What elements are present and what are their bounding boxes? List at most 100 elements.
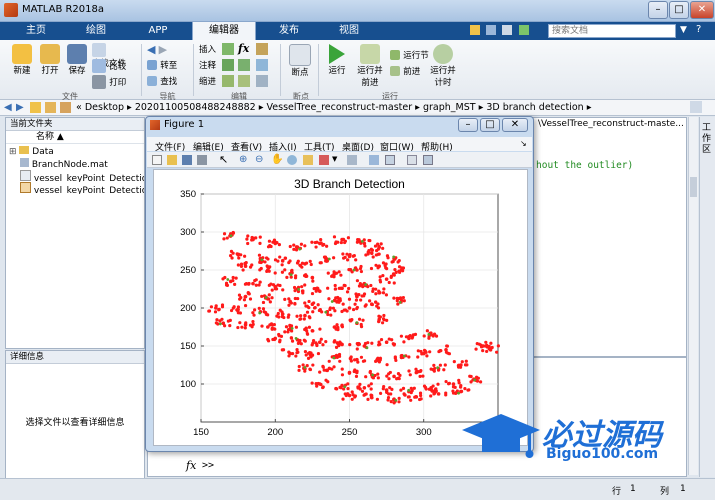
minimize-button[interactable]: – (648, 1, 668, 19)
smart-indent-icon[interactable] (222, 75, 234, 87)
root-folder-icon[interactable] (60, 102, 71, 113)
scatter-point (336, 240, 340, 244)
scatter-point (436, 382, 440, 386)
run-section-button[interactable]: 运行节 (390, 49, 429, 61)
scatter-chart[interactable]: 150 200 250 300 100 150 200 250 300 350 3D Branch … (154, 170, 527, 445)
copy-icon[interactable] (502, 25, 513, 35)
compare-button[interactable]: 比较 (92, 59, 142, 73)
cut-icon[interactable] (486, 25, 497, 35)
scatter-point (324, 339, 328, 344)
uncomment-icon[interactable] (238, 59, 250, 71)
breakpoints-button[interactable]: 断点 (286, 44, 314, 78)
scrollbar-thumb[interactable] (690, 177, 697, 197)
find-button[interactable]: 查找 (147, 75, 187, 87)
workspace-side-tab[interactable]: 工作区 (699, 117, 715, 477)
scatter-point (311, 310, 315, 314)
forward-arrow-icon[interactable]: ▶ (159, 43, 167, 56)
rotate-3d-icon[interactable] (287, 155, 297, 165)
tab-plots[interactable]: 绘图 (70, 22, 122, 40)
figure-minimize-button[interactable]: – (458, 118, 478, 132)
forward-nav-icon[interactable]: ▶ (16, 102, 24, 113)
scatter-point (416, 349, 420, 353)
figure-title: Figure 1 (164, 119, 205, 130)
indent-button[interactable]: 缩进 (199, 75, 216, 87)
insert-function-icon[interactable] (256, 43, 268, 55)
comment-percent-icon[interactable] (222, 59, 234, 71)
menu-dock-icon[interactable]: ↘ (520, 139, 527, 148)
indent-left-icon[interactable] (256, 75, 268, 87)
zoom-in-icon[interactable]: ⊕ (239, 154, 247, 165)
advance-button[interactable]: 前进 (390, 65, 420, 77)
undo-icon[interactable] (518, 25, 529, 35)
list-item[interactable]: vessel_keyPoint_Detection.m (20, 182, 144, 194)
colorbar-icon[interactable] (369, 155, 379, 165)
zoom-out-icon[interactable]: ⊖ (255, 154, 263, 165)
save-icon[interactable] (470, 25, 480, 35)
search-docs-input[interactable] (548, 24, 676, 38)
scatter-point (261, 307, 266, 311)
print-figure-icon[interactable] (197, 155, 207, 165)
list-item[interactable]: ⊞ Data (9, 146, 144, 158)
open-file-icon[interactable] (167, 155, 177, 165)
column-header-name[interactable]: 名称 ▲ (6, 131, 144, 144)
fx-button[interactable]: fx (238, 42, 249, 55)
run-and-time-button[interactable]: 运行并 计时 (428, 44, 458, 88)
up-folder-icon[interactable] (30, 102, 41, 113)
scatter-point (387, 280, 391, 285)
back-nav-icon[interactable]: ◀ (4, 102, 12, 113)
scatter-point (346, 258, 350, 262)
comment-button[interactable]: 注释 (199, 59, 216, 71)
brush-dropdown-icon[interactable]: ▼ (332, 155, 337, 163)
quick-access-toolbar[interactable] (470, 25, 540, 37)
scatter-point (277, 315, 281, 319)
figure-close-button[interactable]: ✕ (502, 118, 528, 132)
address-dropdown-icon[interactable] (690, 101, 702, 113)
show-plot-tools-icon[interactable] (423, 155, 433, 165)
scatter-point (355, 268, 359, 272)
help-icon[interactable]: ? (696, 24, 710, 38)
save-figure-icon[interactable] (182, 155, 192, 165)
insert-section-icon[interactable] (222, 43, 234, 55)
back-arrow-icon[interactable]: ◀ (147, 43, 155, 56)
new-figure-icon[interactable] (152, 155, 162, 165)
scatter-point (379, 242, 383, 246)
run-and-advance-button[interactable]: 运行并 前进 (355, 44, 385, 88)
tab-view[interactable]: 视图 (322, 22, 376, 40)
run-button[interactable]: 运行 (324, 44, 350, 76)
browse-folder-icon[interactable] (45, 102, 56, 113)
figure-window[interactable]: Figure 1 – □ ✕ 文件(F) 编辑(E) 查看(V) 插入(I) 工… (145, 116, 534, 452)
close-button[interactable]: ✕ (690, 1, 714, 19)
tab-apps[interactable]: APP (132, 22, 184, 40)
plot-area[interactable]: 150 200 250 300 100 150 200 250 300 350 3D Branch … (153, 169, 528, 446)
tab-editor[interactable]: 编辑器 (192, 22, 256, 40)
maximize-button[interactable]: □ (669, 1, 689, 19)
tab-home[interactable]: 主页 (12, 22, 60, 40)
pointer-icon[interactable]: ↖ (219, 153, 228, 166)
indent-right-icon[interactable] (238, 75, 250, 87)
tab-publish[interactable]: 发布 (262, 22, 316, 40)
back-forward-buttons[interactable]: ◀ ▶ (147, 43, 187, 56)
brush-icon[interactable] (319, 155, 329, 165)
list-item[interactable]: BranchNode.mat (20, 158, 144, 170)
breadcrumb[interactable]: « Desktop ▸ 20201100508488248882 ▸ Vesse… (76, 102, 591, 113)
fx-icon[interactable]: fx (186, 459, 196, 472)
list-item[interactable]: vessel_keyPoint_Detection.asv (20, 170, 144, 182)
pan-icon[interactable]: ✋ (271, 154, 283, 165)
new-button[interactable]: 新建 (8, 44, 36, 76)
scatter-point (243, 264, 248, 268)
insert-button[interactable]: 插入 (199, 43, 216, 55)
open-button[interactable]: 打开 (36, 44, 64, 76)
link-plot-icon[interactable] (347, 155, 357, 165)
data-cursor-icon[interactable] (303, 155, 313, 165)
wrap-comment-icon[interactable] (256, 59, 268, 71)
scatter-point (370, 341, 374, 345)
hide-plot-tools-icon[interactable] (407, 155, 417, 165)
legend-icon[interactable] (385, 155, 395, 165)
scatter-point (243, 303, 248, 308)
scatter-point (495, 350, 499, 354)
filter-icon[interactable]: ▼ (680, 25, 692, 37)
figure-maximize-button[interactable]: □ (480, 118, 500, 132)
save-button[interactable]: 保存 (64, 44, 90, 76)
print-button[interactable]: 打印 (92, 75, 142, 89)
goto-button[interactable]: 转至 (147, 59, 187, 71)
